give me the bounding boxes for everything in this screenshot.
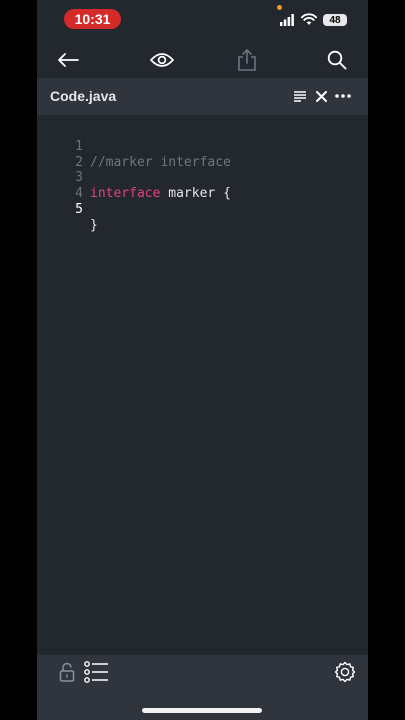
bottom-toolbar: [37, 655, 368, 720]
camera-indicator-dot: [277, 5, 282, 10]
cellular-signal-icon: [280, 14, 294, 26]
text-format-icon[interactable]: [291, 87, 309, 105]
code-line: 3 interface marker {: [37, 154, 368, 201]
code-line: 5 }: [37, 186, 368, 233]
wifi-icon: [301, 13, 317, 25]
file-tab-bar: Code.java: [37, 78, 368, 115]
code-line: 4: [37, 170, 368, 201]
status-bar: 10:31 48: [37, 0, 368, 40]
line-number-active: 5: [75, 202, 83, 217]
top-toolbar: [37, 40, 368, 78]
code-line: 2: [37, 139, 368, 170]
battery-indicator: 48: [323, 14, 347, 26]
home-indicator: [142, 708, 262, 713]
code-text: }: [90, 218, 98, 233]
code-line: 1 //marker interface: [37, 123, 368, 170]
lock-icon[interactable]: [59, 662, 75, 682]
share-icon[interactable]: [235, 48, 259, 72]
outline-list-icon[interactable]: [84, 661, 108, 683]
settings-gear-icon[interactable]: [333, 660, 357, 684]
search-icon[interactable]: [325, 48, 349, 72]
status-time: 10:31: [64, 9, 121, 29]
eye-icon[interactable]: [150, 48, 174, 72]
file-tab-name[interactable]: Code.java: [50, 78, 116, 115]
close-tab-icon[interactable]: [312, 87, 330, 105]
back-arrow-icon[interactable]: [56, 48, 80, 72]
code-editor[interactable]: 1 //marker interface 2 3 interface marke…: [37, 115, 368, 655]
more-options-icon[interactable]: [334, 87, 352, 105]
app-screen: 10:31 48 Code.java 1 //marker interface …: [37, 0, 368, 720]
